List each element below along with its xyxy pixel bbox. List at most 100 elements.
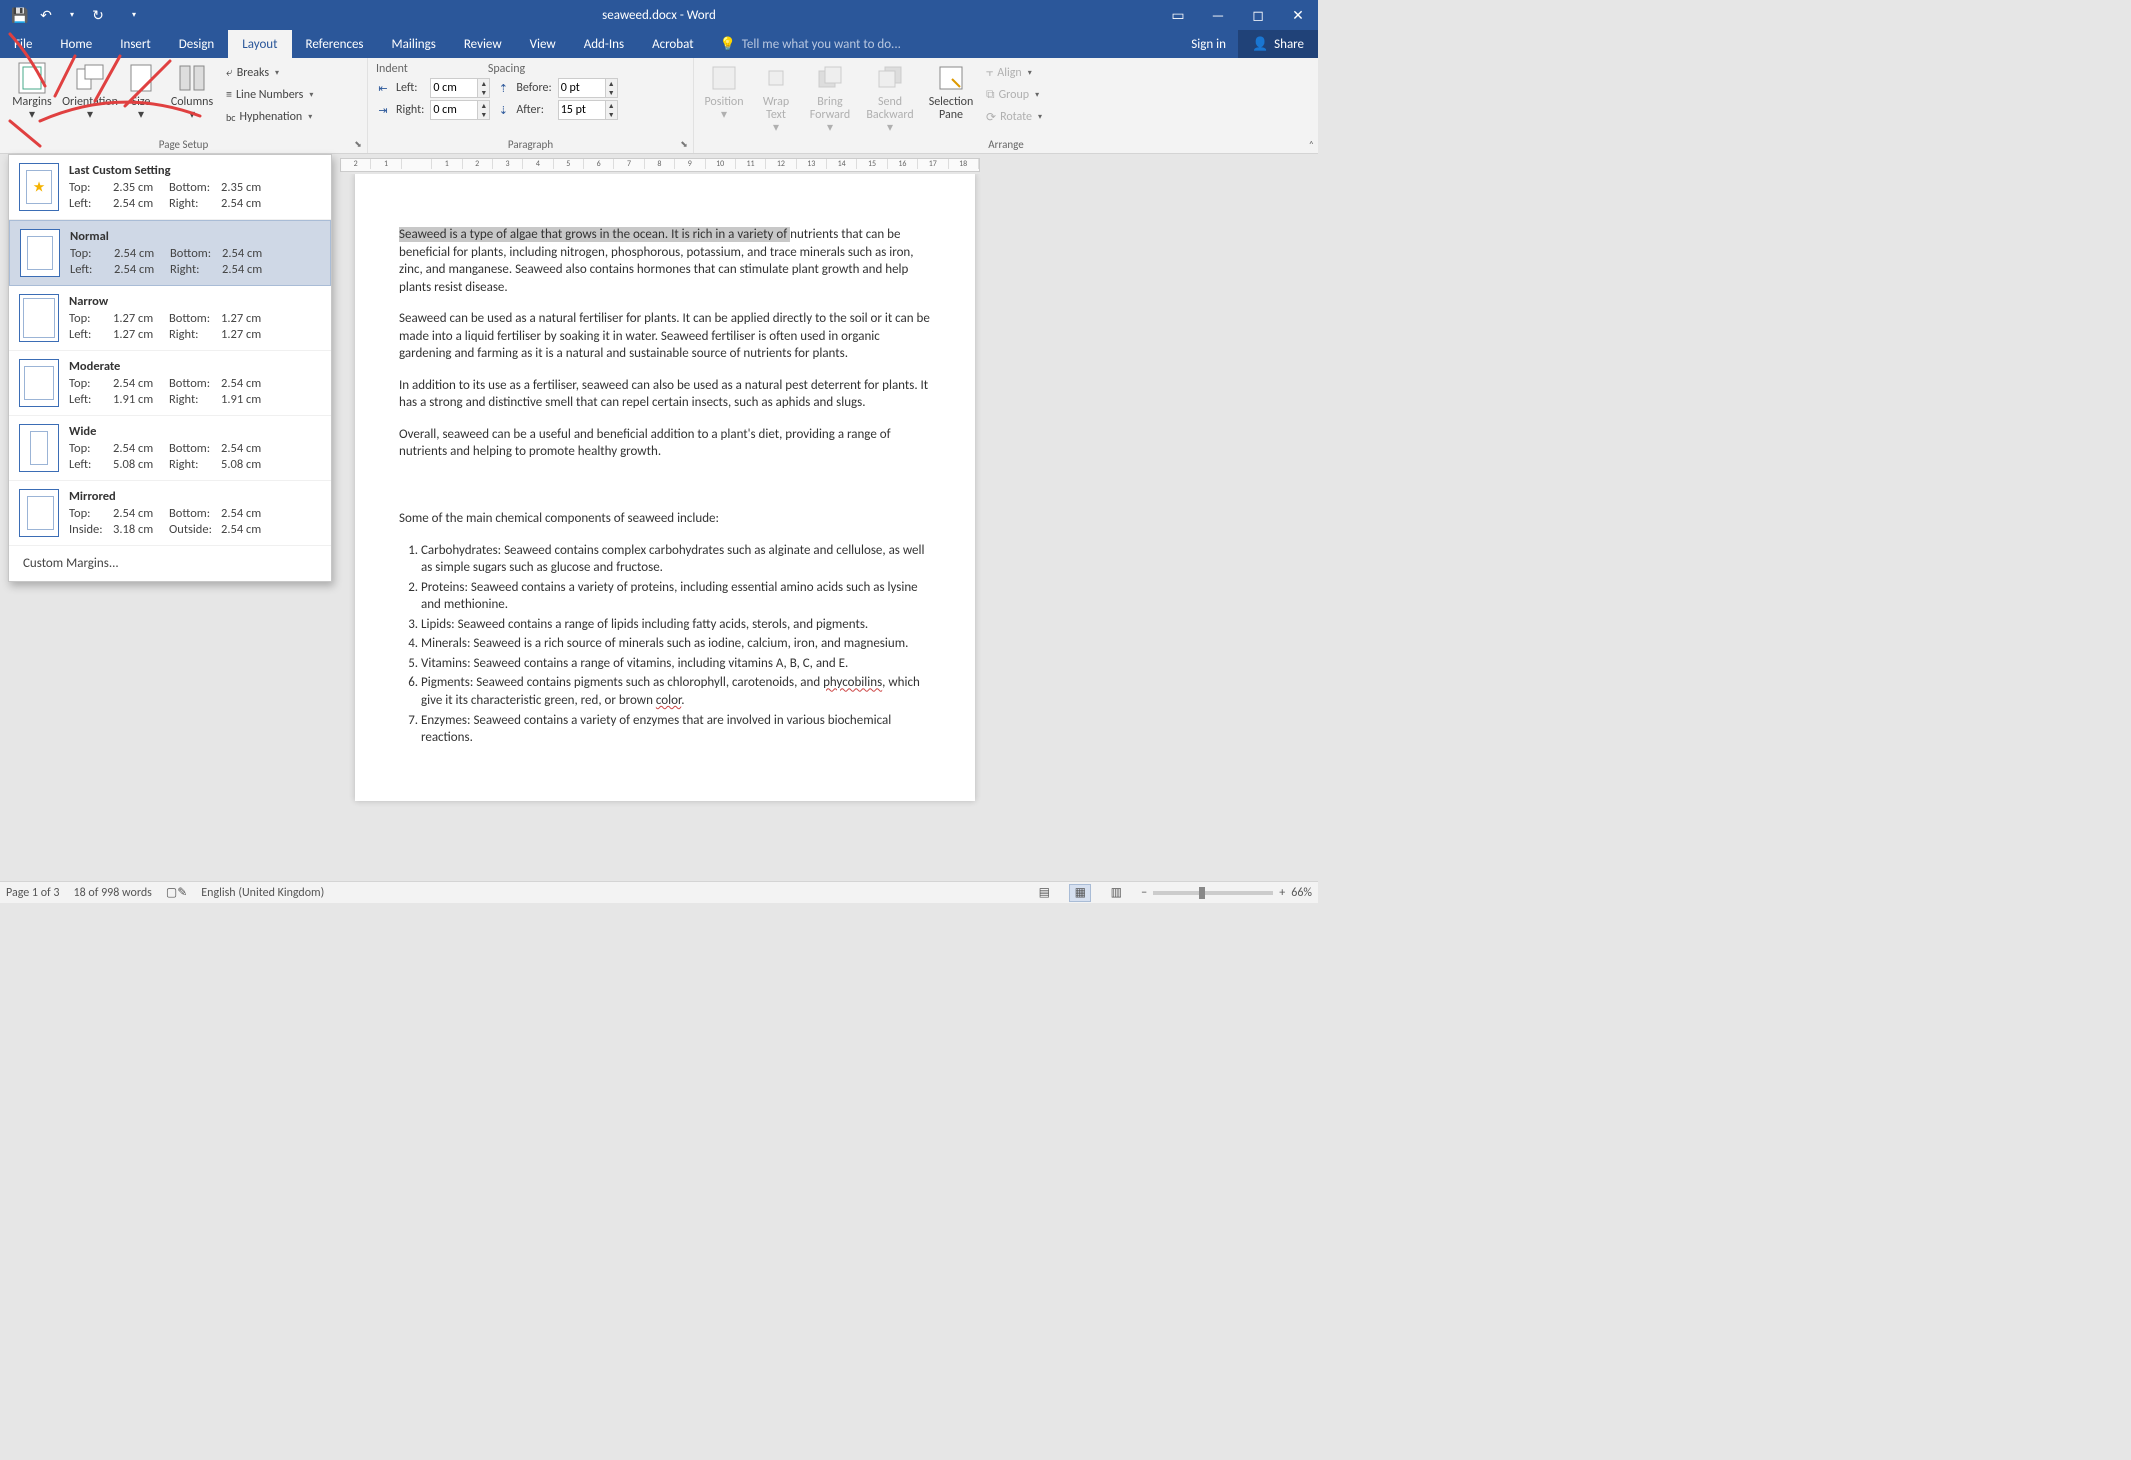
tell-me-search[interactable]: 💡 Tell me what you want to do... [708,30,901,58]
tab-mailings[interactable]: Mailings [378,30,450,58]
print-layout-icon[interactable]: ▦ [1069,884,1091,902]
list-item[interactable]: Carbohydrates: Seaweed contains complex … [421,542,931,577]
spacing-before-input[interactable]: ▲▼ [558,78,618,98]
zoom-out-button[interactable]: − [1141,886,1147,900]
spacing-after-input[interactable]: ▲▼ [558,100,618,120]
save-icon[interactable]: 💾 [8,3,32,27]
tab-view[interactable]: View [516,30,570,58]
indent-header: Indent [376,62,408,76]
spelling-error[interactable]: phycobilins [823,675,882,690]
paragraph-dialog-launcher[interactable]: ⬊ [677,137,691,151]
selection-pane-button[interactable]: Selection Pane [922,60,980,122]
proofing-icon[interactable]: ▢✎ [166,885,187,900]
tab-home[interactable]: Home [46,30,106,58]
tab-file[interactable]: File [0,30,46,58]
breaks-button[interactable]: ⤶Breaks▾ [222,62,317,84]
align-label: Align [997,66,1021,80]
spin-up-icon[interactable]: ▲ [605,79,617,88]
repeat-icon[interactable]: ↻ [86,3,110,27]
zoom-in-button[interactable]: + [1279,886,1285,900]
title-bar: 💾 ↶ ▾ ↻ ▾ seaweed.docx - Word ▭ — ◻ ✕ [0,0,1318,30]
page-indicator[interactable]: Page 1 of 3 [6,886,60,900]
margins-option-normal[interactable]: NormalTop:2.54 cmBottom:2.54 cmLeft:2.54… [9,220,331,286]
columns-icon [176,62,208,94]
indent-left-input[interactable]: ▲▼ [430,78,490,98]
group-page-setup: Margins▾ Orientation▾ Size▾ Columns▾ ⤶Br… [0,58,368,153]
collapse-ribbon-icon[interactable]: ˄ [1309,138,1314,151]
undo-icon[interactable]: ↶ [34,3,58,27]
indent-right-input[interactable]: ▲▼ [430,100,490,120]
numbered-list[interactable]: Carbohydrates: Seaweed contains complex … [399,542,931,747]
share-button[interactable]: 👤 Share [1238,30,1318,58]
tab-layout[interactable]: Layout [228,30,291,58]
paragraph[interactable]: In addition to its use as a fertiliser, … [399,377,931,412]
margins-option-custom[interactable]: ★Last Custom SettingTop:2.35 cmBottom:2.… [9,155,331,220]
maximize-icon[interactable]: ◻ [1238,0,1278,30]
spin-down-icon[interactable]: ▼ [605,88,617,97]
document-page[interactable]: Seaweed is a type of algae that grows in… [355,174,975,801]
paragraph[interactable]: Seaweed can be used as a natural fertili… [399,310,931,363]
list-item[interactable]: Minerals: Seaweed is a rich source of mi… [421,635,931,653]
zoom-level[interactable]: 66% [1291,886,1312,900]
read-mode-icon[interactable]: ▤ [1033,884,1055,902]
status-bar: Page 1 of 3 18 of 998 words ▢✎ English (… [0,881,1318,903]
horizontal-ruler[interactable]: 21123456789101112131415161718 [340,154,1318,174]
margins-option-narrow[interactable]: NarrowTop:1.27 cmBottom:1.27 cmLeft:1.27… [9,286,331,351]
language-indicator[interactable]: English (United Kingdom) [201,886,324,900]
tab-references[interactable]: References [292,30,378,58]
close-icon[interactable]: ✕ [1278,0,1318,30]
line-numbers-button[interactable]: ≡Line Numbers▾ [222,84,317,106]
tab-review[interactable]: Review [450,30,516,58]
margins-button[interactable]: Margins▾ [4,60,60,122]
spelling-error[interactable]: color [656,693,681,708]
spin-up-icon[interactable]: ▲ [477,79,489,88]
ribbon-display-icon[interactable]: ▭ [1158,0,1198,30]
paragraph[interactable]: Seaweed is a type of algae that grows in… [399,226,931,296]
undo-dropdown-icon[interactable]: ▾ [60,3,84,27]
spin-down-icon[interactable]: ▼ [477,88,489,97]
custom-margins-button[interactable]: Custom Margins... [9,546,331,581]
body-text[interactable]: Pigments: Seaweed contains pigments such… [421,675,823,690]
margins-option-mirrored[interactable]: MirroredTop:2.54 cmBottom:2.54 cmInside:… [9,481,331,546]
hyphenation-button[interactable]: bcHyphenation▾ [222,106,317,128]
selected-text[interactable]: Seaweed is a type of algae that grows in… [399,227,790,242]
paragraph[interactable]: Overall, seaweed can be a useful and ben… [399,426,931,461]
margin-option-title: Normal [70,229,320,244]
page-setup-dialog-launcher[interactable]: ⬊ [351,137,365,151]
minimize-icon[interactable]: — [1198,0,1238,30]
tab-acrobat[interactable]: Acrobat [638,30,708,58]
tab-insert[interactable]: Insert [106,30,165,58]
margin-thumb-icon [20,229,60,277]
spin-up-icon[interactable]: ▲ [605,101,617,110]
spin-down-icon[interactable]: ▼ [477,110,489,119]
orientation-button[interactable]: Orientation▾ [62,60,118,122]
tab-design[interactable]: Design [165,30,228,58]
size-icon [125,62,157,94]
margins-option-wide[interactable]: WideTop:2.54 cmBottom:2.54 cmLeft:5.08 c… [9,416,331,481]
margins-option-moderate[interactable]: ModerateTop:2.54 cmBottom:2.54 cmLeft:1.… [9,351,331,416]
margins-label: Margins [12,95,51,109]
list-item[interactable]: Vitamins: Seaweed contains a range of vi… [421,655,931,673]
word-count[interactable]: 18 of 998 words [74,886,152,900]
size-button[interactable]: Size▾ [120,60,162,122]
chevron-down-icon: ▾ [87,108,93,122]
web-layout-icon[interactable]: ▥ [1105,884,1127,902]
sign-in-button[interactable]: Sign in [1179,30,1238,58]
body-text[interactable]: . [681,693,684,708]
zoom-slider[interactable] [1153,891,1273,895]
spin-up-icon[interactable]: ▲ [477,101,489,110]
orientation-icon [74,62,106,94]
wrap-text-icon [760,62,792,94]
paragraph[interactable]: Some of the main chemical components of … [399,510,931,528]
qat-customize-icon[interactable]: ▾ [122,3,146,27]
margin-option-info: ModerateTop:2.54 cmBottom:2.54 cmLeft:1.… [69,359,321,407]
list-item[interactable]: Proteins: Seaweed contains a variety of … [421,579,931,614]
tab-addins[interactable]: Add-Ins [570,30,638,58]
list-item[interactable]: Enzymes: Seaweed contains a variety of e… [421,712,931,747]
list-item[interactable]: Pigments: Seaweed contains pigments such… [421,674,931,709]
columns-button[interactable]: Columns▾ [164,60,220,122]
group-icon: ⧉ [986,88,995,102]
list-item[interactable]: Lipids: Seaweed contains a range of lipi… [421,616,931,634]
spin-down-icon[interactable]: ▼ [605,110,617,119]
chevron-down-icon: ▾ [1028,68,1032,78]
